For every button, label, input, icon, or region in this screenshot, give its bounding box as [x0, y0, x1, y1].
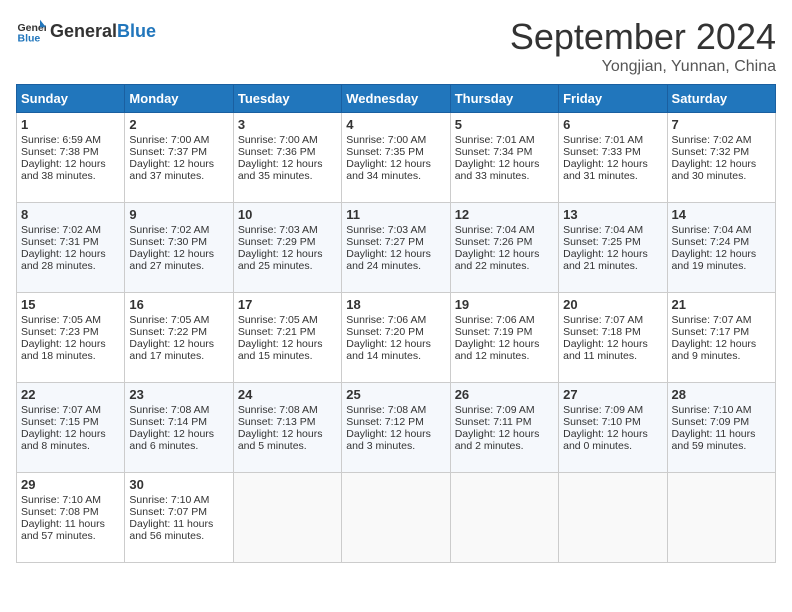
day-cell: 3 Sunrise: 7:00 AMSunset: 7:36 PMDayligh… — [233, 113, 341, 203]
day-cell: 30 Sunrise: 7:10 AMSunset: 7:07 PMDaylig… — [125, 473, 233, 563]
calendar-row-3: 15 Sunrise: 7:05 AMSunset: 7:23 PMDaylig… — [17, 293, 776, 383]
day-cell: 15 Sunrise: 7:05 AMSunset: 7:23 PMDaylig… — [17, 293, 125, 383]
calendar-row-1: 1 Sunrise: 6:59 AMSunset: 7:38 PMDayligh… — [17, 113, 776, 203]
day-cell: 17 Sunrise: 7:05 AMSunset: 7:21 PMDaylig… — [233, 293, 341, 383]
col-friday: Friday — [559, 85, 667, 113]
logo-icon: General Blue — [16, 16, 46, 46]
logo-text: GeneralBlue — [50, 21, 156, 42]
logo: General Blue GeneralBlue — [16, 16, 156, 46]
empty-cell — [667, 473, 775, 563]
col-monday: Monday — [125, 85, 233, 113]
calendar-table: Sunday Monday Tuesday Wednesday Thursday… — [16, 84, 776, 563]
col-tuesday: Tuesday — [233, 85, 341, 113]
day-cell: 29 Sunrise: 7:10 AMSunset: 7:08 PMDaylig… — [17, 473, 125, 563]
day-cell: 28 Sunrise: 7:10 AMSunset: 7:09 PMDaylig… — [667, 383, 775, 473]
col-thursday: Thursday — [450, 85, 558, 113]
day-cell: 19 Sunrise: 7:06 AMSunset: 7:19 PMDaylig… — [450, 293, 558, 383]
day-cell: 13 Sunrise: 7:04 AMSunset: 7:25 PMDaylig… — [559, 203, 667, 293]
day-cell: 4 Sunrise: 7:00 AMSunset: 7:35 PMDayligh… — [342, 113, 450, 203]
svg-text:Blue: Blue — [18, 33, 41, 45]
day-cell: 27 Sunrise: 7:09 AMSunset: 7:10 PMDaylig… — [559, 383, 667, 473]
empty-cell — [233, 473, 341, 563]
day-cell: 11 Sunrise: 7:03 AMSunset: 7:27 PMDaylig… — [342, 203, 450, 293]
day-cell: 9 Sunrise: 7:02 AMSunset: 7:30 PMDayligh… — [125, 203, 233, 293]
col-saturday: Saturday — [667, 85, 775, 113]
col-sunday: Sunday — [17, 85, 125, 113]
day-cell: 5 Sunrise: 7:01 AMSunset: 7:34 PMDayligh… — [450, 113, 558, 203]
day-cell: 16 Sunrise: 7:05 AMSunset: 7:22 PMDaylig… — [125, 293, 233, 383]
calendar-row-4: 22 Sunrise: 7:07 AMSunset: 7:15 PMDaylig… — [17, 383, 776, 473]
day-cell: 10 Sunrise: 7:03 AMSunset: 7:29 PMDaylig… — [233, 203, 341, 293]
day-cell: 12 Sunrise: 7:04 AMSunset: 7:26 PMDaylig… — [450, 203, 558, 293]
day-cell: 18 Sunrise: 7:06 AMSunset: 7:20 PMDaylig… — [342, 293, 450, 383]
col-wednesday: Wednesday — [342, 85, 450, 113]
day-cell: 22 Sunrise: 7:07 AMSunset: 7:15 PMDaylig… — [17, 383, 125, 473]
empty-cell — [559, 473, 667, 563]
empty-cell — [342, 473, 450, 563]
day-cell: 8 Sunrise: 7:02 AMSunset: 7:31 PMDayligh… — [17, 203, 125, 293]
calendar-header-row: Sunday Monday Tuesday Wednesday Thursday… — [17, 85, 776, 113]
month-title: September 2024 — [510, 16, 776, 58]
day-cell: 1 Sunrise: 6:59 AMSunset: 7:38 PMDayligh… — [17, 113, 125, 203]
day-cell: 23 Sunrise: 7:08 AMSunset: 7:14 PMDaylig… — [125, 383, 233, 473]
empty-cell — [450, 473, 558, 563]
day-cell: 21 Sunrise: 7:07 AMSunset: 7:17 PMDaylig… — [667, 293, 775, 383]
title-block: September 2024 Yongjian, Yunnan, China — [510, 16, 776, 76]
page-header: General Blue GeneralBlue September 2024 … — [16, 16, 776, 76]
day-cell: 6 Sunrise: 7:01 AMSunset: 7:33 PMDayligh… — [559, 113, 667, 203]
day-cell: 26 Sunrise: 7:09 AMSunset: 7:11 PMDaylig… — [450, 383, 558, 473]
day-cell: 20 Sunrise: 7:07 AMSunset: 7:18 PMDaylig… — [559, 293, 667, 383]
day-cell: 25 Sunrise: 7:08 AMSunset: 7:12 PMDaylig… — [342, 383, 450, 473]
calendar-row-2: 8 Sunrise: 7:02 AMSunset: 7:31 PMDayligh… — [17, 203, 776, 293]
day-cell: 24 Sunrise: 7:08 AMSunset: 7:13 PMDaylig… — [233, 383, 341, 473]
location: Yongjian, Yunnan, China — [510, 58, 776, 76]
day-cell: 2 Sunrise: 7:00 AMSunset: 7:37 PMDayligh… — [125, 113, 233, 203]
day-cell: 14 Sunrise: 7:04 AMSunset: 7:24 PMDaylig… — [667, 203, 775, 293]
calendar-row-5: 29 Sunrise: 7:10 AMSunset: 7:08 PMDaylig… — [17, 473, 776, 563]
day-cell: 7 Sunrise: 7:02 AMSunset: 7:32 PMDayligh… — [667, 113, 775, 203]
